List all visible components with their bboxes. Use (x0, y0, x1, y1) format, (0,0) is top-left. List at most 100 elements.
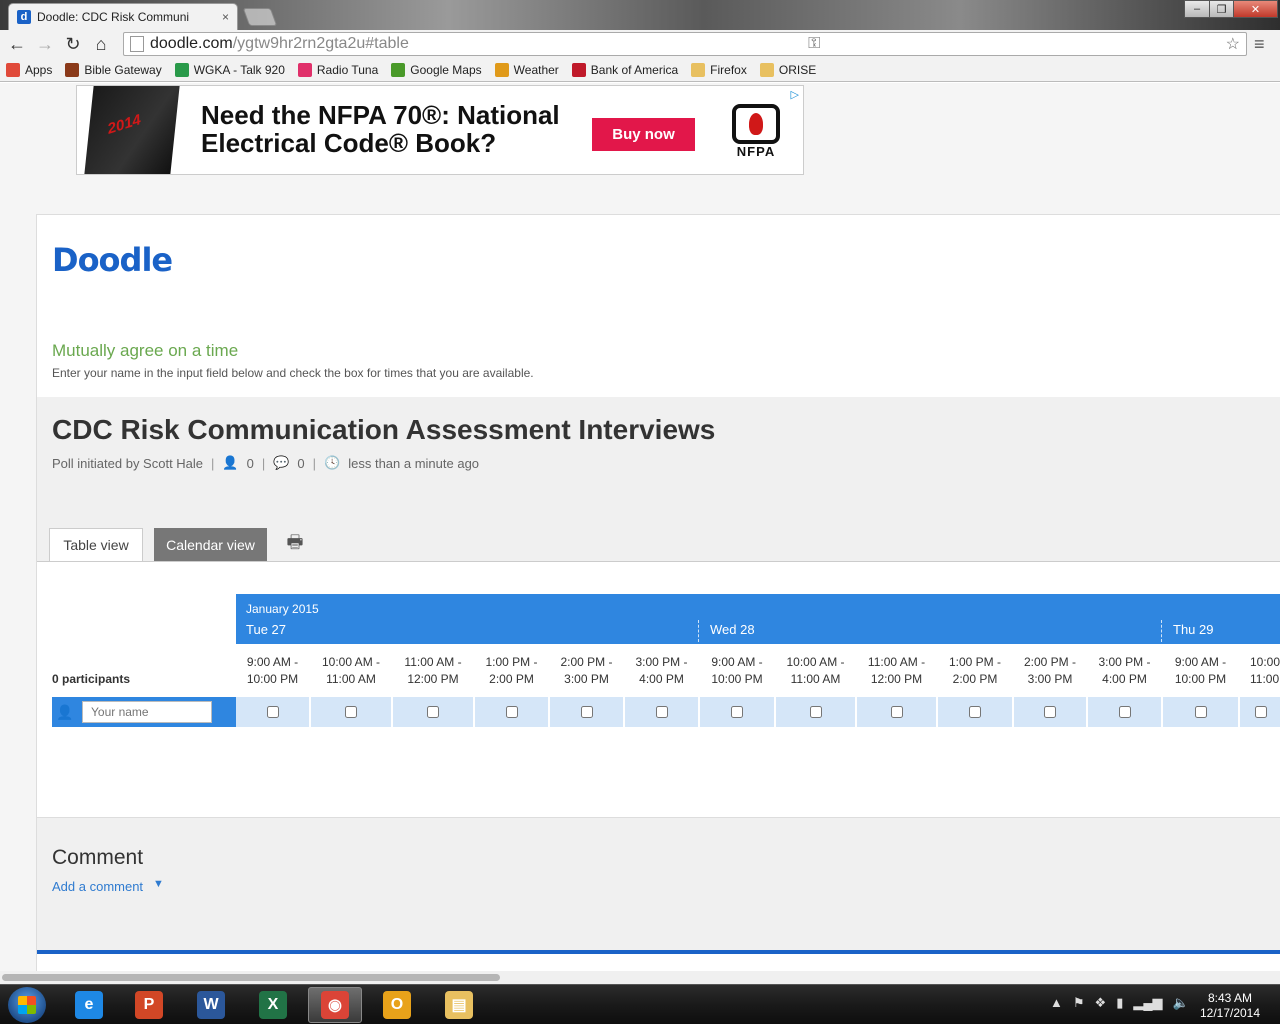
action-center-flag-icon[interactable]: ⚑ (1073, 995, 1085, 1011)
availability-checkbox[interactable] (1194, 706, 1207, 718)
browser-title-bar: d Doodle: CDC Risk Communi × – ❐ ✕ (0, 0, 1280, 30)
excel-icon: X (259, 991, 287, 1019)
availability-checkbox[interactable] (1254, 706, 1267, 718)
back-arrow-icon[interactable]: ← (3, 34, 31, 55)
taskbar-explorer[interactable]: ▤ (432, 987, 486, 1023)
taskbar-internet-explorer[interactable]: e (62, 987, 116, 1023)
day-header: Tue 27 (246, 622, 286, 637)
bookmark-label: Radio Tuna (316, 62, 379, 77)
slot-end: 11:00 AM (326, 672, 376, 686)
bookmark-item[interactable]: Bank of America (571, 62, 678, 77)
poll-table: January 2015 Tue 27 Wed 28 Thu 29 0 partic… (37, 561, 1280, 816)
network-signal-icon[interactable]: ▂▄▆ (1133, 995, 1162, 1011)
availability-cell (393, 697, 473, 727)
slot-end: 10:00 PM (1174, 672, 1227, 686)
home-icon[interactable]: ⌂ (87, 34, 115, 55)
time-slot-label: 10:00 AM - 11:00 AM (776, 654, 855, 688)
key-icon[interactable]: ⚿ (808, 35, 820, 53)
horizontal-scrollbar[interactable] (0, 971, 1280, 984)
show-hidden-icons[interactable]: ▲ (1050, 995, 1063, 1011)
availability-cell (475, 697, 548, 727)
forward-arrow-icon[interactable]: → (31, 34, 59, 55)
month-header: January 2015 Tue 27 Wed 28 Thu 29 (236, 594, 1280, 644)
bookmark-star-icon[interactable]: ☆ (1226, 34, 1240, 54)
availability-checkbox[interactable] (809, 706, 822, 718)
chevron-down-icon[interactable]: ▼ (153, 878, 164, 890)
availability-checkbox[interactable] (655, 706, 668, 718)
availability-checkbox[interactable] (580, 706, 593, 718)
power-icon[interactable]: ▮ (1116, 995, 1123, 1011)
slot-start: 1:00 PM - (485, 655, 538, 669)
taskbar-outlook[interactable]: O (370, 987, 424, 1023)
minimize-button[interactable]: – (1184, 0, 1210, 18)
print-icon[interactable]: 🖶 (281, 528, 309, 561)
availability-cell (236, 697, 309, 727)
participants-label: 0 participants (52, 672, 131, 686)
scrollbar-thumb[interactable] (2, 974, 500, 981)
taskbar-chrome[interactable]: ◉ (308, 987, 362, 1023)
bookmark-item[interactable]: Radio Tuna (297, 62, 379, 77)
dropbox-icon[interactable]: ❖ (1095, 995, 1107, 1011)
availability-checkbox[interactable] (1044, 706, 1056, 718)
start-button[interactable] (8, 987, 46, 1023)
tab-calendar-view[interactable]: Calendar view (154, 528, 267, 561)
bookmark-item[interactable]: Google Maps (391, 62, 482, 77)
availability-checkbox[interactable] (731, 706, 743, 718)
slot-start: 3:00 PM - (635, 655, 688, 669)
doodle-favicon-icon: d (17, 10, 31, 24)
taskbar-powerpoint[interactable]: P (122, 987, 176, 1023)
bookmark-item[interactable]: Firefox (691, 62, 747, 77)
availability-checkbox[interactable] (1118, 706, 1131, 718)
system-clock[interactable]: 8:43 AM 12/17/2014 (1195, 991, 1265, 1021)
clock-time: 8:43 AM (1207, 991, 1253, 1005)
bookmark-item[interactable]: Weather (494, 62, 559, 77)
instructions-text: Enter your name in the input field below… (52, 366, 534, 380)
new-tab-button[interactable] (242, 8, 278, 26)
time-slot-label: 10:00 AM - 11:00 AM (311, 654, 391, 688)
volume-icon[interactable]: 🔈 (1173, 995, 1189, 1011)
time-slot-label: 11:00 AM - 12:00 PM (393, 654, 473, 688)
tab-close-icon[interactable]: × (222, 10, 229, 24)
meta-separator: | (312, 455, 317, 471)
availability-cell (1088, 697, 1161, 727)
bookmark-label: Apps (25, 62, 53, 77)
adchoices-icon[interactable]: ▷ (791, 88, 799, 101)
taskbar-excel[interactable]: X (246, 987, 300, 1023)
bookmark-item[interactable]: Bible Gateway (65, 62, 162, 77)
doodle-poll-card: Doodle Mutually agree on a time Enter yo… (36, 214, 1280, 971)
doodle-logo[interactable]: Doodle (52, 241, 173, 279)
bookmark-icon (571, 62, 586, 77)
url-host: doodle.com (150, 35, 233, 52)
browser-tab[interactable]: d Doodle: CDC Risk Communi × (8, 3, 238, 30)
add-comment-link[interactable]: Add a comment (52, 879, 143, 894)
bookmark-item[interactable]: ORISE (759, 62, 816, 77)
participants-icon: 👤 (222, 455, 239, 470)
taskbar-word[interactable]: W (184, 987, 238, 1023)
time-slot-label: 11:00 AM - 12:00 PM (857, 654, 936, 688)
availability-checkbox[interactable] (505, 706, 518, 718)
user-icon: 👤 (56, 704, 74, 720)
nfpa-advertisement[interactable]: 2014 Need the NFPA 70®: National Electri… (76, 85, 804, 175)
reload-icon[interactable]: ↻ (59, 34, 87, 55)
bookmark-item[interactable]: WGKA - Talk 920 (174, 62, 285, 77)
availability-checkbox[interactable] (427, 706, 439, 718)
name-input[interactable] (82, 701, 212, 723)
word-icon: W (197, 991, 225, 1019)
tab-table-view[interactable]: Table view (49, 528, 143, 561)
slot-start: 10:00 AM - (321, 655, 381, 669)
time-ago: less than a minute ago (348, 455, 480, 471)
chrome-menu-icon[interactable]: ≡ (1254, 34, 1265, 55)
nfpa-logo-text: NFPA (736, 144, 776, 159)
clock-date: 12/17/2014 (1199, 1006, 1261, 1020)
availability-checkbox[interactable] (969, 706, 981, 718)
availability-checkbox[interactable] (266, 706, 279, 718)
close-window-button[interactable]: ✕ (1233, 0, 1278, 18)
availability-checkbox[interactable] (890, 706, 903, 718)
slot-start: 11:00 AM - (404, 655, 462, 669)
ad-buy-now-button[interactable]: Buy now (592, 118, 695, 151)
address-bar[interactable]: doodle.com/ygtw9hr2rn2gta2u#table ⚿ ☆ (123, 32, 1247, 56)
nfpa-logo: NFPA (730, 104, 782, 160)
availability-checkbox[interactable] (345, 706, 357, 718)
restore-button[interactable]: ❐ (1209, 0, 1234, 18)
bookmark-item[interactable]: Apps (6, 62, 53, 77)
